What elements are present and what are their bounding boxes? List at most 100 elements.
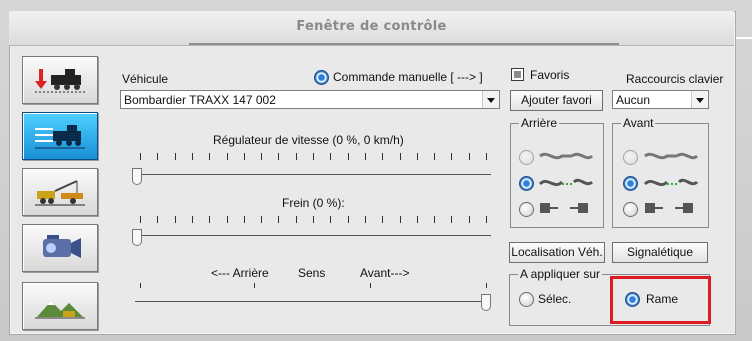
front-couple-radio[interactable] (623, 176, 638, 191)
direction-tick (254, 283, 255, 288)
title-underline (189, 43, 619, 45)
chevron-down-icon[interactable] (482, 91, 499, 108)
slider-tick (174, 153, 176, 160)
slider-tick (243, 216, 245, 223)
slider-tick (330, 153, 332, 160)
brake-label: Frein (0 %): (282, 196, 345, 210)
slider-tick (451, 153, 453, 160)
rear-group-label: Arrière (519, 116, 560, 130)
apply-on-label: A appliquer sur (518, 267, 603, 281)
shortcuts-dropdown[interactable]: Aucun (612, 90, 709, 109)
slider-tick (191, 216, 193, 223)
slider-tick (226, 216, 228, 223)
direction-tick (486, 283, 487, 288)
direction-track (135, 301, 491, 302)
crane-button[interactable] (22, 168, 98, 216)
apply-selection-label: Sélec. (538, 292, 572, 306)
buffer-icon (645, 203, 693, 213)
slider-tick (468, 153, 470, 160)
direction-tick (370, 283, 371, 288)
slider-tick (486, 216, 487, 223)
direction-slider-thumb[interactable] (481, 294, 491, 311)
rear-uncouple-radio[interactable] (519, 150, 534, 165)
slider-tick (330, 216, 332, 223)
speed-slider-thumb[interactable] (132, 168, 142, 185)
vehicle-label: Véhicule (122, 72, 169, 86)
title-bar[interactable]: Fenêtre de contrôle (9, 11, 734, 46)
slider-tick (313, 216, 314, 223)
slider-tick (209, 216, 211, 223)
camera-button[interactable] (22, 224, 98, 272)
shortcuts-selected: Aucun (616, 93, 651, 107)
coupler-open-icon (644, 152, 699, 160)
train-red-arrow-icon (35, 69, 85, 93)
vehicle-selected: Bombardier TRAXX 147 002 (124, 93, 276, 107)
rear-couple-radio[interactable] (519, 176, 534, 191)
slider-tick (295, 216, 297, 223)
slider-tick (468, 216, 470, 223)
add-favorite-button[interactable]: Ajouter favori (510, 90, 603, 111)
train-active-icon (35, 125, 85, 149)
localisation-button[interactable]: Localisation Véh. (509, 242, 605, 263)
direction-front-label: Avant---> (360, 266, 410, 280)
apply-selection-radio[interactable] (519, 292, 534, 307)
slider-tick (347, 216, 349, 223)
brake-track (135, 235, 491, 236)
vehicle-dropdown[interactable]: Bombardier TRAXX 147 002 (120, 90, 500, 109)
crane-icon (35, 180, 85, 206)
slider-tick (226, 153, 228, 160)
edge-mark (736, 37, 752, 39)
slider-tick (295, 153, 297, 160)
coupler-link-icon (538, 178, 594, 187)
brake-ticks (140, 216, 488, 224)
slider-tick (434, 216, 436, 223)
slider-tick (347, 153, 349, 160)
direction-rear-label: <--- Arrière (211, 266, 269, 280)
train-select-button[interactable] (22, 56, 98, 104)
slider-tick (416, 216, 418, 223)
highlight-box (610, 276, 711, 324)
slider-tick (191, 153, 193, 160)
slider-tick (261, 216, 263, 223)
window-title: Fenêtre de contrôle (296, 19, 447, 34)
favorites-checkbox[interactable] (511, 68, 524, 81)
slider-tick (174, 216, 176, 223)
brake-slider-thumb[interactable] (132, 229, 142, 246)
slider-tick (364, 153, 366, 160)
slider-tick (416, 153, 418, 160)
front-uncouple-radio[interactable] (623, 150, 638, 165)
rear-buffer-radio[interactable] (519, 202, 534, 217)
slider-tick (209, 153, 211, 160)
manual-command-label: Commande manuelle [ ---> ] (333, 70, 483, 84)
landscape-button[interactable] (22, 282, 98, 330)
train-control-button[interactable] (22, 112, 98, 160)
front-group-label: Avant (621, 116, 656, 130)
favorites-label: Favoris (530, 68, 570, 82)
direction-center-label: Sens (298, 266, 326, 280)
slider-tick (243, 153, 245, 160)
chevron-down-icon[interactable] (691, 91, 708, 108)
slider-tick (140, 153, 141, 160)
speed-ticks (140, 153, 488, 161)
slider-tick (157, 153, 159, 160)
landscape-icon (35, 301, 85, 319)
slider-tick (364, 216, 366, 223)
slider-tick (486, 153, 487, 160)
direction-tick (140, 283, 141, 288)
front-buffer-radio[interactable] (623, 202, 638, 217)
signaletique-button[interactable]: Signalétique (612, 242, 708, 263)
slider-tick (140, 216, 141, 223)
coupler-link-icon (643, 178, 699, 187)
camera-icon (43, 235, 81, 258)
slider-tick (157, 216, 159, 223)
speed-track (135, 174, 491, 175)
slider-tick (278, 153, 280, 160)
slider-tick (313, 153, 314, 160)
manual-command-radio[interactable] (314, 70, 329, 85)
slider-tick (382, 216, 384, 223)
slider-tick (399, 216, 401, 223)
slider-tick (451, 216, 453, 223)
shortcuts-label: Raccourcis clavier (626, 72, 724, 86)
coupler-open-icon (539, 152, 594, 160)
slider-tick (382, 153, 384, 160)
